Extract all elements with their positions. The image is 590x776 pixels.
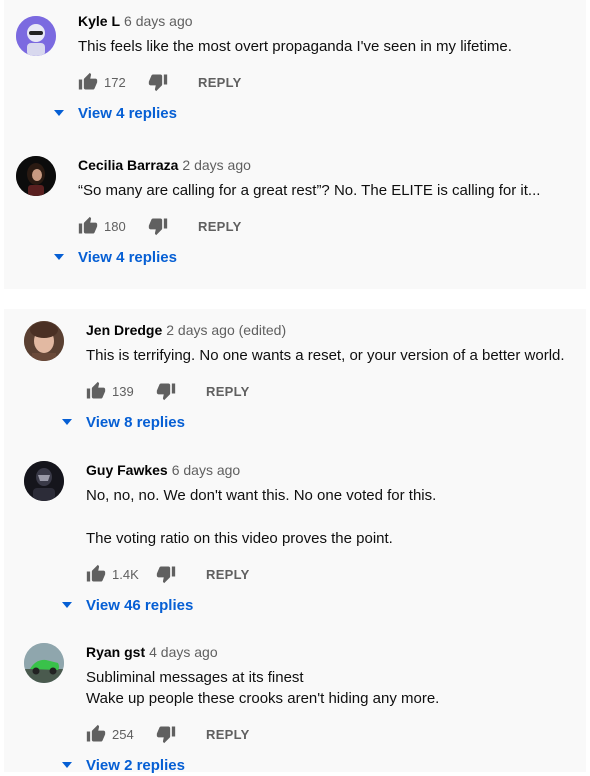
avatar[interactable]	[16, 16, 56, 56]
comment-text: This feels like the most overt propagand…	[78, 36, 512, 57]
caret-down-icon	[52, 108, 66, 118]
view-replies-button[interactable]: View 4 replies	[52, 102, 512, 124]
thumbs-down-icon[interactable]	[156, 381, 176, 401]
avatar[interactable]	[24, 461, 64, 501]
comment-time[interactable]: 6 days ago	[172, 462, 241, 478]
view-replies-label: View 46 replies	[86, 596, 194, 614]
comment-body: Jen Dredge 2 days ago (edited) This is te…	[62, 321, 565, 433]
reply-button[interactable]: REPLY	[198, 219, 242, 234]
comment-line: The voting ratio on this video proves th…	[86, 530, 393, 547]
avatar-image	[24, 643, 64, 683]
view-replies-label: View 8 replies	[86, 413, 185, 431]
thumbs-up-icon[interactable]	[78, 216, 98, 236]
comment-line: “So many are calling for a great rest”? …	[78, 182, 541, 199]
comment-text: “So many are calling for a great rest”? …	[78, 180, 540, 201]
comment-actions: 1.4K REPLY	[86, 562, 436, 586]
comment-body: Ryan gst 4 days ago Subliminal messages a…	[62, 643, 439, 776]
comment-time[interactable]: 2 days ago (edited)	[166, 322, 286, 338]
like-count: 139	[112, 383, 134, 399]
view-replies-label: View 4 replies	[78, 104, 177, 122]
view-replies-button[interactable]: View 4 replies	[52, 246, 540, 268]
view-replies-button[interactable]: View 8 replies	[60, 411, 565, 433]
comment-line: This is terrifying. No one wants a reset…	[86, 347, 565, 364]
avatar-image	[16, 16, 56, 56]
view-replies-button[interactable]: View 46 replies	[60, 594, 436, 616]
thumbs-up-icon[interactable]	[86, 381, 106, 401]
avatar-image	[24, 461, 64, 501]
author-name[interactable]: Jen Dredge	[86, 322, 162, 338]
comment-line: No, no, no. We don't want this. No one v…	[86, 487, 437, 504]
thumbs-down-icon[interactable]	[148, 72, 168, 92]
caret-down-icon	[52, 252, 66, 262]
view-replies-label: View 2 replies	[86, 756, 185, 774]
comment-header: Kyle L6 days ago	[78, 12, 512, 30]
comment-line: Wake up people these crooks aren't hidin…	[86, 690, 440, 707]
comment-actions: 139 REPLY	[86, 379, 565, 403]
comment-time[interactable]: 2 days ago	[182, 157, 251, 173]
like-count: 172	[104, 74, 126, 90]
caret-down-icon	[60, 760, 74, 770]
like-count: 254	[112, 726, 134, 742]
like-count: 180	[104, 218, 126, 234]
thumbs-down-icon[interactable]	[156, 724, 176, 744]
reply-button[interactable]: REPLY	[198, 75, 242, 90]
comment-actions: 172 REPLY	[78, 70, 512, 94]
avatar[interactable]	[24, 321, 64, 361]
avatar-image	[24, 321, 64, 361]
comment-time[interactable]: 6 days ago	[124, 13, 193, 29]
avatar[interactable]	[16, 156, 56, 196]
like-count: 1.4K	[112, 566, 139, 582]
comment-text: No, no, no. We don't want this. No one v…	[86, 485, 436, 549]
comment-text: This is terrifying. No one wants a reset…	[86, 345, 565, 366]
caret-down-icon	[60, 417, 74, 427]
comment-header: Jen Dredge 2 days ago (edited)	[86, 321, 565, 339]
avatar[interactable]	[24, 643, 64, 683]
comment-line: This feels like the most overt propagand…	[78, 38, 512, 55]
thumbs-down-icon[interactable]	[156, 564, 176, 584]
comment-body: Cecilia Barraza 2 days ago “So many are c…	[54, 156, 540, 268]
reply-button[interactable]: REPLY	[206, 567, 250, 582]
comment-header: Cecilia Barraza 2 days ago	[78, 156, 540, 174]
comment-body: Guy Fawkes 6 days ago No, no, no. We don'…	[62, 461, 436, 616]
thumbs-down-icon[interactable]	[148, 216, 168, 236]
thumbs-up-icon[interactable]	[86, 564, 106, 584]
view-replies-label: View 4 replies	[78, 248, 177, 266]
comment-header: Guy Fawkes 6 days ago	[86, 461, 436, 479]
view-replies-button[interactable]: View 2 replies	[60, 754, 439, 776]
comment-actions: 254 REPLY	[86, 722, 439, 746]
author-name[interactable]: Guy Fawkes	[86, 462, 168, 478]
comment-header: Ryan gst 4 days ago	[86, 643, 439, 661]
thumbs-up-icon[interactable]	[86, 724, 106, 744]
avatar-image	[16, 156, 56, 196]
caret-down-icon	[60, 600, 74, 610]
comment-line: Subliminal messages at its finest	[86, 669, 304, 686]
comment-text: Subliminal messages at its finest Wake u…	[86, 667, 439, 709]
thumbs-up-icon[interactable]	[78, 72, 98, 92]
author-name[interactable]: Cecilia Barraza	[78, 157, 178, 173]
author-name[interactable]: Ryan gst	[86, 644, 145, 660]
author-name[interactable]: Kyle L	[78, 13, 120, 29]
comment-body: Kyle L6 days ago This feels like the mos…	[54, 12, 512, 124]
reply-button[interactable]: REPLY	[206, 727, 250, 742]
reply-button[interactable]: REPLY	[206, 384, 250, 399]
comment-actions: 180 REPLY	[78, 214, 540, 238]
comment-time[interactable]: 4 days ago	[149, 644, 218, 660]
